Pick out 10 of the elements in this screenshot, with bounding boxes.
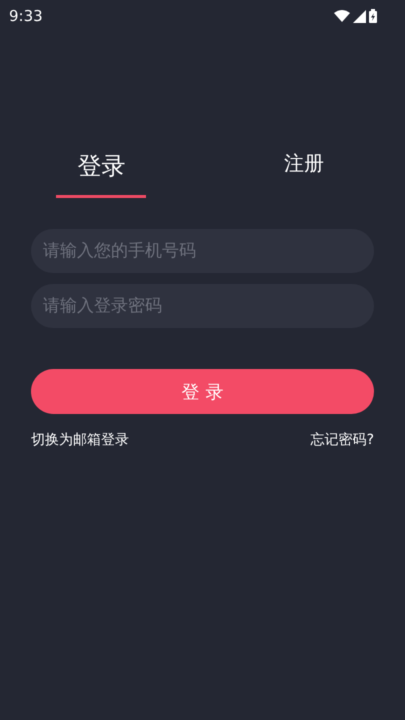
- switch-email-link[interactable]: 切换为邮箱登录: [31, 431, 129, 449]
- tab[interactable]: 登录: [0, 150, 202, 198]
- signal-icon: [353, 10, 366, 22]
- tab[interactable]: 注册: [202, 150, 405, 198]
- battery-icon: [369, 9, 377, 23]
- forgot-password-link[interactable]: 忘记密码?: [310, 431, 374, 449]
- status-time: 9:33: [9, 7, 43, 25]
- input-field[interactable]: 请输入登录密码: [31, 284, 374, 328]
- input-field[interactable]: 请输入您的手机号码: [31, 229, 374, 273]
- wifi-icon: [334, 10, 350, 22]
